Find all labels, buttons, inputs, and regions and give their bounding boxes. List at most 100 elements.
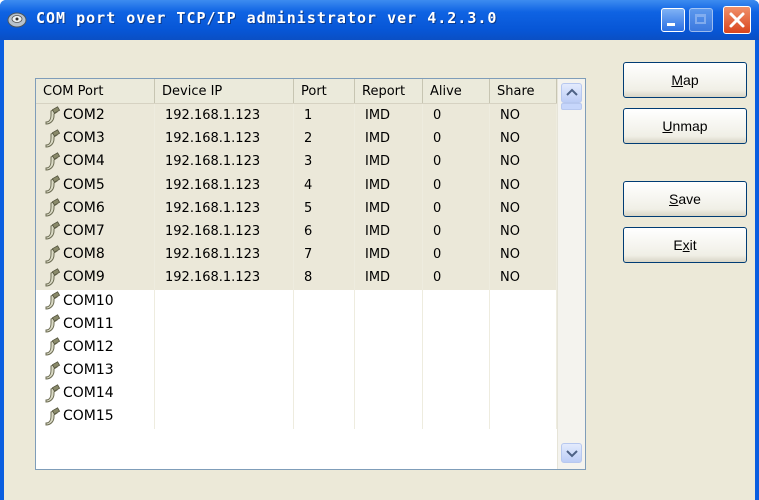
column-header-alive[interactable]: Alive xyxy=(423,79,490,103)
table-row[interactable]: COM3 192.168.1.123 2 IMD 0 NO xyxy=(36,127,557,151)
table-row[interactable]: COM11 xyxy=(36,312,557,336)
report-cell xyxy=(355,382,423,406)
com-port-cell: COM10 xyxy=(36,289,155,313)
column-header-report[interactable]: Report xyxy=(355,79,423,103)
share-cell: NO xyxy=(490,243,557,267)
serial-port-icon xyxy=(42,198,62,218)
alive-cell: 0 xyxy=(423,127,490,151)
port-cell: 5 xyxy=(294,196,355,220)
port-cell: 4 xyxy=(294,173,355,197)
com-port-cell: COM4 xyxy=(36,150,155,174)
share-cell xyxy=(490,359,557,383)
table-row[interactable]: COM10 xyxy=(36,289,557,313)
column-header-com-port[interactable]: COM Port xyxy=(36,79,155,103)
alive-cell: 0 xyxy=(423,150,490,174)
serial-port-icon xyxy=(42,175,62,195)
share-cell: NO xyxy=(490,127,557,151)
table-row[interactable]: COM4 192.168.1.123 3 IMD 0 NO xyxy=(36,150,557,174)
share-cell xyxy=(490,382,557,406)
serial-port-icon xyxy=(42,268,62,288)
column-header-share[interactable]: Share xyxy=(490,79,557,103)
table-row[interactable]: COM14 xyxy=(36,382,557,406)
share-cell: NO xyxy=(490,266,557,290)
table-row[interactable]: COM9 192.168.1.123 8 IMD 0 NO xyxy=(36,266,557,290)
table-row[interactable]: COM13 xyxy=(36,359,557,383)
scroll-thumb[interactable] xyxy=(561,103,582,110)
com-port-cell: COM6 xyxy=(36,196,155,220)
port-cell xyxy=(294,382,355,406)
list-header: COM Port Device IP Port Report Alive Sha… xyxy=(36,79,557,104)
report-cell: IMD xyxy=(355,196,423,220)
close-button[interactable] xyxy=(723,6,751,34)
report-cell xyxy=(355,405,423,429)
com-port-label: COM8 xyxy=(63,246,105,263)
table-row[interactable]: COM7 192.168.1.123 6 IMD 0 NO xyxy=(36,219,557,244)
serial-port-icon xyxy=(42,291,62,311)
port-cell: 6 xyxy=(294,219,355,244)
table-row[interactable]: COM6 192.168.1.123 5 IMD 0 NO xyxy=(36,196,557,220)
ip-cell: 192.168.1.123 xyxy=(155,150,294,174)
close-icon xyxy=(729,12,745,28)
report-cell xyxy=(355,312,423,336)
com-port-cell: COM11 xyxy=(36,312,155,336)
maximize-button[interactable] xyxy=(689,8,713,32)
alive-cell: 0 xyxy=(423,219,490,244)
scroll-up-button[interactable] xyxy=(561,83,582,103)
alive-cell xyxy=(423,405,490,429)
com-port-cell: COM12 xyxy=(36,335,155,360)
title-bar[interactable]: COM port over TCP/IP administrator ver 4… xyxy=(0,0,759,40)
exit-button[interactable]: Exit xyxy=(623,227,747,263)
ip-cell: 192.168.1.123 xyxy=(155,173,294,197)
ip-cell xyxy=(155,405,294,429)
com-port-label: COM15 xyxy=(63,408,114,425)
save-button[interactable]: Save xyxy=(623,181,747,217)
com-port-label: COM6 xyxy=(63,199,105,216)
alive-cell: 0 xyxy=(423,173,490,197)
com-port-label: COM9 xyxy=(63,269,105,286)
alive-cell: 0 xyxy=(423,196,490,220)
ip-cell xyxy=(155,382,294,406)
report-cell xyxy=(355,289,423,313)
table-row[interactable]: COM5 192.168.1.123 4 IMD 0 NO xyxy=(36,173,557,197)
serial-port-icon xyxy=(42,244,62,265)
minimize-button[interactable] xyxy=(661,8,685,32)
map-button[interactable]: Map xyxy=(623,62,747,98)
port-cell xyxy=(294,405,355,429)
table-row[interactable]: COM12 xyxy=(36,335,557,360)
chevron-up-icon xyxy=(566,88,578,96)
table-row[interactable]: COM8 192.168.1.123 7 IMD 0 NO xyxy=(36,243,557,267)
table-row[interactable]: COM15 xyxy=(36,405,557,429)
share-cell xyxy=(490,289,557,313)
share-cell xyxy=(490,405,557,429)
report-cell: IMD xyxy=(355,219,423,244)
com-port-cell: COM3 xyxy=(36,127,155,151)
report-cell: IMD xyxy=(355,266,423,290)
share-cell: NO xyxy=(490,150,557,174)
alive-cell: 0 xyxy=(423,266,490,290)
ip-cell: 192.168.1.123 xyxy=(155,243,294,267)
table-row[interactable]: COM2 192.168.1.123 1 IMD 0 NO xyxy=(36,104,557,128)
share-cell: NO xyxy=(490,196,557,220)
column-header-port[interactable]: Port xyxy=(294,79,355,103)
report-cell xyxy=(355,335,423,360)
com-port-cell: COM13 xyxy=(36,359,155,383)
port-cell xyxy=(294,359,355,383)
app-window: COM port over TCP/IP administrator ver 4… xyxy=(0,0,759,500)
unmap-button[interactable]: Unmap xyxy=(623,108,747,144)
ip-cell xyxy=(155,289,294,313)
com-port-list[interactable]: COM Port Device IP Port Report Alive Sha… xyxy=(35,78,586,470)
com-port-label: COM4 xyxy=(63,153,105,170)
ip-cell: 192.168.1.123 xyxy=(155,127,294,151)
vertical-scrollbar[interactable] xyxy=(557,79,585,469)
column-header-device-ip[interactable]: Device IP xyxy=(155,79,294,103)
com-port-label: COM14 xyxy=(63,385,114,402)
alive-cell xyxy=(423,335,490,360)
port-cell: 1 xyxy=(294,104,355,128)
scroll-down-button[interactable] xyxy=(561,443,582,463)
share-cell xyxy=(490,335,557,360)
serial-port-icon xyxy=(42,407,62,427)
share-cell: NO xyxy=(490,173,557,197)
serial-port-icon xyxy=(42,221,62,241)
com-port-label: COM12 xyxy=(63,338,114,355)
port-cell: 2 xyxy=(294,127,355,151)
